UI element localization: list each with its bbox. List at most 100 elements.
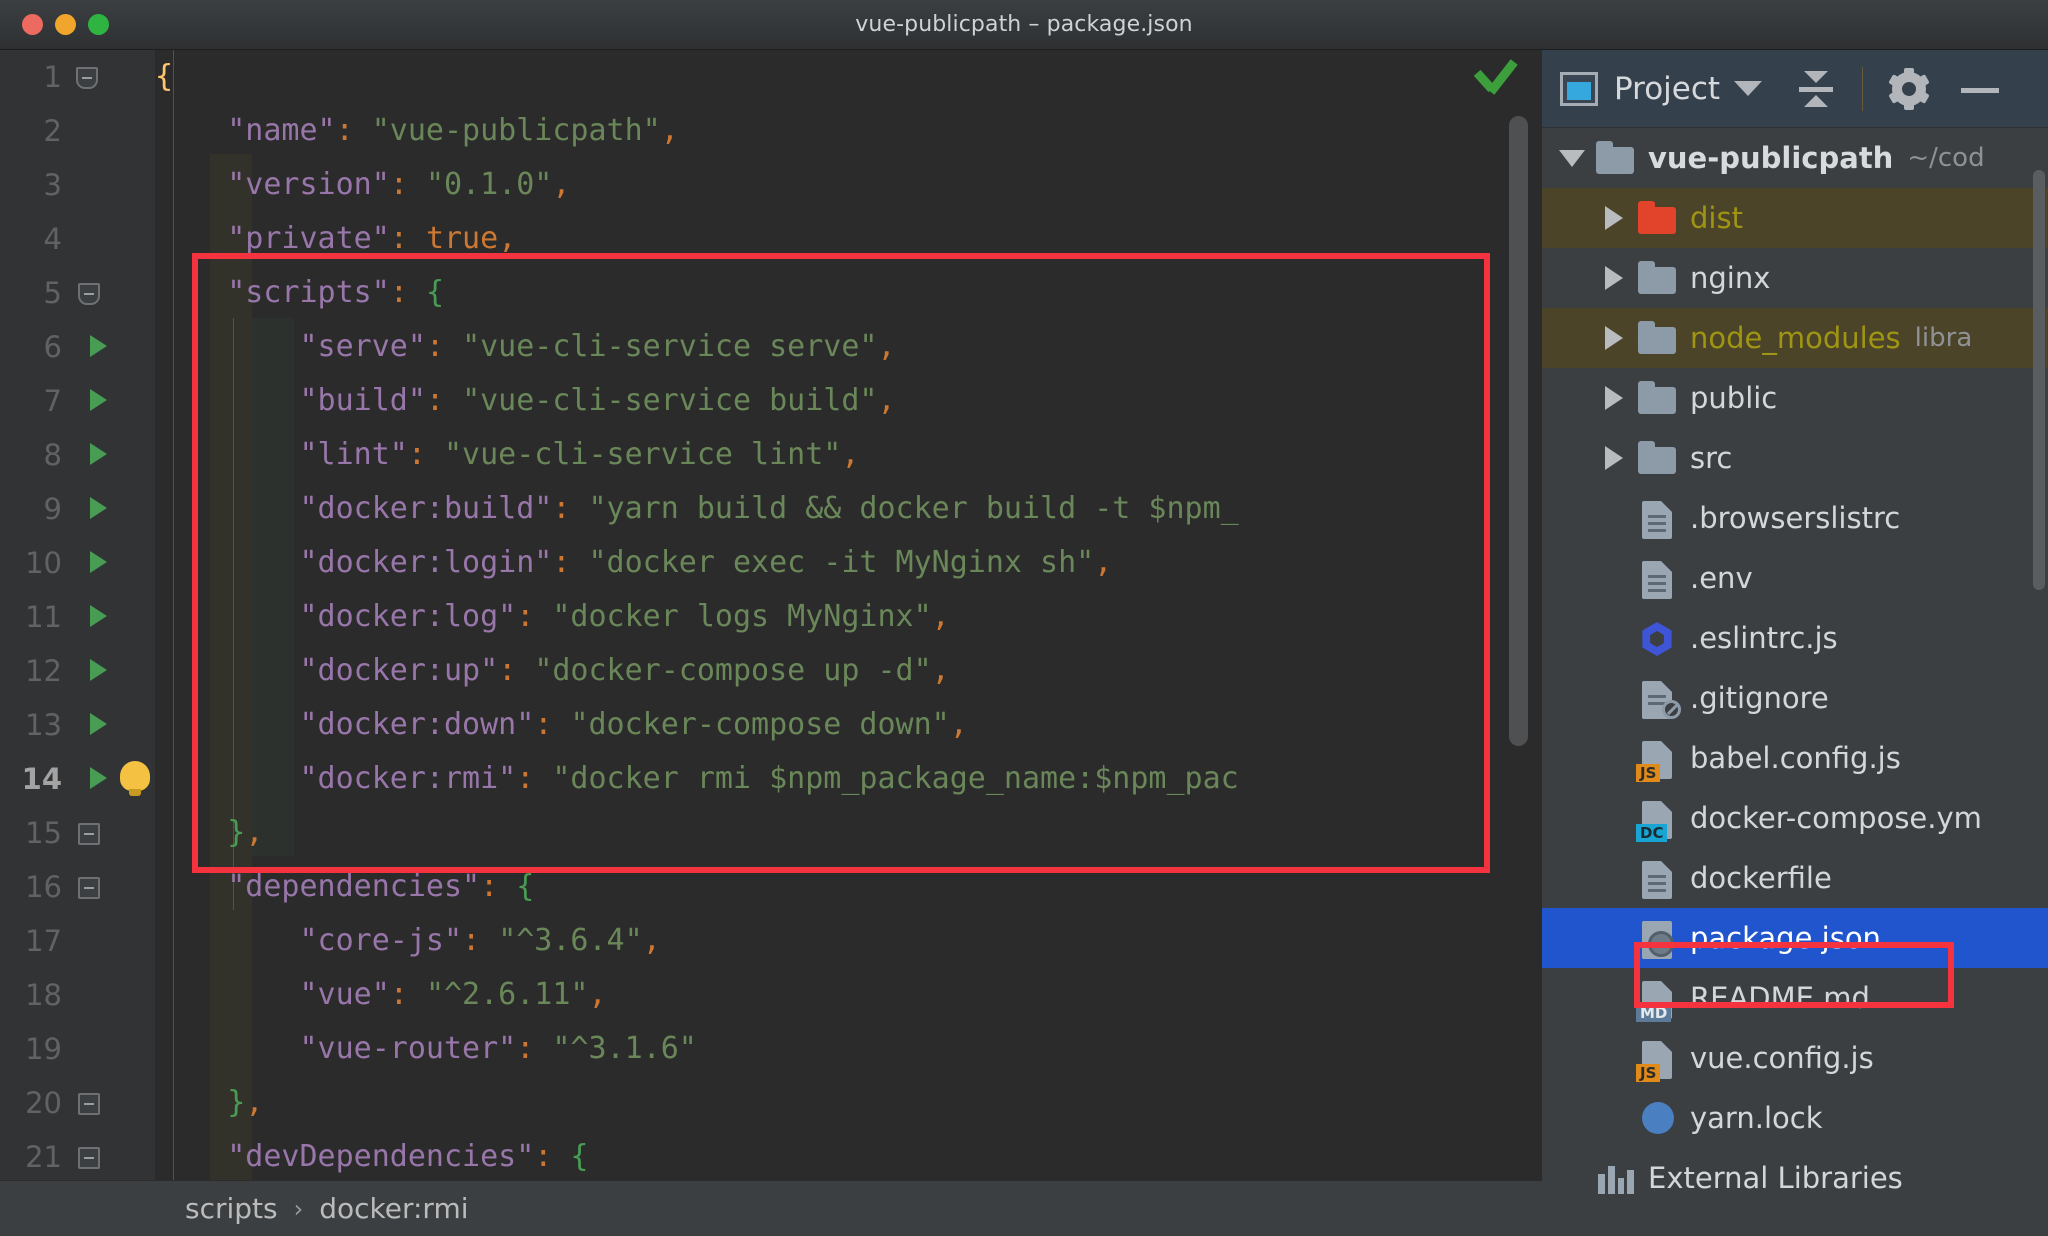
tree-row[interactable]: dist bbox=[1542, 188, 2048, 248]
code-line[interactable]: 14 "docker:rmi": "docker rmi $npm_packag… bbox=[0, 752, 1542, 806]
tree-row[interactable]: .env bbox=[1542, 548, 2048, 608]
tree-row[interactable]: MD README.md bbox=[1542, 968, 2048, 1028]
code-line[interactable]: 2 "name": "vue-publicpath", bbox=[0, 104, 1542, 158]
code-line[interactable]: 9 "docker:build": "yarn build && docker … bbox=[0, 482, 1542, 536]
gutter-marker[interactable] bbox=[62, 698, 155, 752]
gutter-marker[interactable] bbox=[62, 50, 155, 104]
code-fold-icon[interactable] bbox=[78, 877, 100, 899]
breadcrumb-item-scripts[interactable]: scripts bbox=[185, 1192, 278, 1225]
tree-row[interactable]: public bbox=[1542, 368, 2048, 428]
tree-row[interactable]: .browserslistrc bbox=[1542, 488, 2048, 548]
code-text[interactable]: "devDependencies": { bbox=[155, 1130, 1542, 1180]
code-text[interactable]: "docker:up": "docker-compose up -d", bbox=[155, 644, 1542, 698]
code-text[interactable]: { bbox=[155, 50, 1542, 104]
tree-row[interactable]: nginx bbox=[1542, 248, 2048, 308]
code-text[interactable]: "docker:rmi": "docker rmi $npm_package_n… bbox=[155, 752, 1542, 806]
tree-row[interactable]: node_modules libra bbox=[1542, 308, 2048, 368]
code-fold-icon[interactable] bbox=[78, 823, 100, 845]
gear-icon[interactable] bbox=[1888, 67, 1930, 110]
run-script-icon[interactable] bbox=[90, 605, 107, 627]
code-text[interactable]: }, bbox=[155, 1076, 1542, 1130]
tree-row[interactable]: .eslintrc.js bbox=[1542, 608, 2048, 668]
code-line[interactable]: 16 "dependencies": { bbox=[0, 860, 1542, 914]
run-script-icon[interactable] bbox=[90, 443, 107, 465]
run-script-icon[interactable] bbox=[90, 551, 107, 573]
gutter-marker[interactable] bbox=[62, 590, 155, 644]
code-line[interactable]: 19 "vue-router": "^3.1.6" bbox=[0, 1022, 1542, 1076]
run-script-icon[interactable] bbox=[90, 713, 107, 735]
inspection-ok-icon[interactable] bbox=[1470, 58, 1514, 94]
code-text[interactable]: "vue": "^2.6.11", bbox=[155, 968, 1542, 1022]
code-line[interactable]: 20 }, bbox=[0, 1076, 1542, 1130]
intention-bulb-icon[interactable] bbox=[120, 761, 150, 796]
code-line[interactable]: 3 "version": "0.1.0", bbox=[0, 158, 1542, 212]
code-line[interactable]: 11 "docker:log": "docker logs MyNginx", bbox=[0, 590, 1542, 644]
tree-row[interactable]: dockerfile bbox=[1542, 848, 2048, 908]
twisty-right-icon[interactable] bbox=[1594, 206, 1634, 230]
code-line[interactable]: 4 "private": true, bbox=[0, 212, 1542, 266]
code-text[interactable]: "scripts": { bbox=[155, 266, 1542, 320]
twisty-right-icon[interactable] bbox=[1594, 446, 1634, 470]
tree-row[interactable]: src bbox=[1542, 428, 2048, 488]
run-script-icon[interactable] bbox=[90, 659, 107, 681]
project-file-tree[interactable]: vue-publicpath ~/cod dist nginx node_modules… bbox=[1542, 128, 2048, 1208]
code-text[interactable]: "build": "vue-cli-service build", bbox=[155, 374, 1542, 428]
tree-row[interactable]: JS vue.config.js bbox=[1542, 1028, 2048, 1088]
gutter-marker[interactable] bbox=[62, 968, 155, 1022]
twisty-right-icon[interactable] bbox=[1594, 386, 1634, 410]
gutter-marker[interactable] bbox=[62, 428, 155, 482]
run-script-icon[interactable] bbox=[90, 335, 107, 357]
gutter-marker[interactable] bbox=[62, 1130, 155, 1180]
code-editor[interactable]: 1{2 "name": "vue-publicpath", 3 "version"… bbox=[0, 50, 1542, 1180]
gutter-marker[interactable] bbox=[62, 536, 155, 590]
gutter-marker[interactable] bbox=[62, 104, 155, 158]
code-text[interactable]: "docker:login": "docker exec -it MyNginx… bbox=[155, 536, 1542, 590]
editor-scrollbar[interactable] bbox=[1509, 116, 1528, 746]
gutter-marker[interactable] bbox=[62, 158, 155, 212]
gutter-marker[interactable] bbox=[62, 1022, 155, 1076]
code-lines[interactable]: 1{2 "name": "vue-publicpath", 3 "version"… bbox=[0, 50, 1542, 1180]
code-line[interactable]: 13 "docker:down": "docker-compose down", bbox=[0, 698, 1542, 752]
code-text[interactable]: "version": "0.1.0", bbox=[155, 158, 1542, 212]
code-line[interactable]: 21 "devDependencies": { bbox=[0, 1130, 1542, 1180]
chevron-down-icon[interactable] bbox=[1734, 81, 1763, 96]
breadcrumb-item-docker-rmi[interactable]: docker:rmi bbox=[319, 1192, 468, 1225]
code-fold-icon[interactable] bbox=[76, 67, 98, 89]
tree-row[interactable]: JS babel.config.js bbox=[1542, 728, 2048, 788]
code-line[interactable]: 5 "scripts": { bbox=[0, 266, 1542, 320]
gutter-marker[interactable] bbox=[62, 1076, 155, 1130]
code-line[interactable]: 7 "build": "vue-cli-service build", bbox=[0, 374, 1542, 428]
tree-row[interactable]: package.json bbox=[1542, 908, 2048, 968]
tree-row[interactable]: .gitignore bbox=[1542, 668, 2048, 728]
gutter-marker[interactable] bbox=[62, 860, 155, 914]
gutter-marker[interactable] bbox=[62, 212, 155, 266]
code-line[interactable]: 18 "vue": "^2.6.11", bbox=[0, 968, 1542, 1022]
tree-row[interactable]: vue-publicpath ~/cod bbox=[1542, 128, 2048, 188]
code-text[interactable]: "dependencies": { bbox=[155, 860, 1542, 914]
code-fold-icon[interactable] bbox=[78, 283, 100, 305]
gutter-marker[interactable] bbox=[62, 644, 155, 698]
code-text[interactable]: "core-js": "^3.6.4", bbox=[155, 914, 1542, 968]
breadcrumb[interactable]: scripts › docker:rmi bbox=[0, 1180, 1542, 1236]
gutter-marker[interactable] bbox=[62, 266, 155, 320]
tree-row[interactable]: DC docker-compose.ym bbox=[1542, 788, 2048, 848]
code-text[interactable]: }, bbox=[155, 806, 1542, 860]
code-fold-icon[interactable] bbox=[78, 1093, 100, 1115]
gutter-marker[interactable] bbox=[62, 752, 155, 806]
gutter-marker[interactable] bbox=[62, 806, 155, 860]
gutter-marker[interactable] bbox=[62, 374, 155, 428]
run-script-icon[interactable] bbox=[90, 389, 107, 411]
code-line[interactable]: 15 }, bbox=[0, 806, 1542, 860]
code-text[interactable]: "vue-router": "^3.1.6" bbox=[155, 1022, 1542, 1076]
twisty-right-icon[interactable] bbox=[1594, 326, 1634, 350]
code-text[interactable]: "name": "vue-publicpath", bbox=[155, 104, 1542, 158]
code-text[interactable]: "docker:down": "docker-compose down", bbox=[155, 698, 1542, 752]
tree-row[interactable]: yarn.lock bbox=[1542, 1088, 2048, 1148]
code-text[interactable]: "lint": "vue-cli-service lint", bbox=[155, 428, 1542, 482]
code-line[interactable]: 8 "lint": "vue-cli-service lint", bbox=[0, 428, 1542, 482]
twisty-down-icon[interactable] bbox=[1552, 149, 1592, 167]
gutter-marker[interactable] bbox=[62, 914, 155, 968]
code-line[interactable]: 6 "serve": "vue-cli-service serve", bbox=[0, 320, 1542, 374]
run-script-icon[interactable] bbox=[90, 767, 107, 789]
code-line[interactable]: 1{ bbox=[0, 50, 1542, 104]
